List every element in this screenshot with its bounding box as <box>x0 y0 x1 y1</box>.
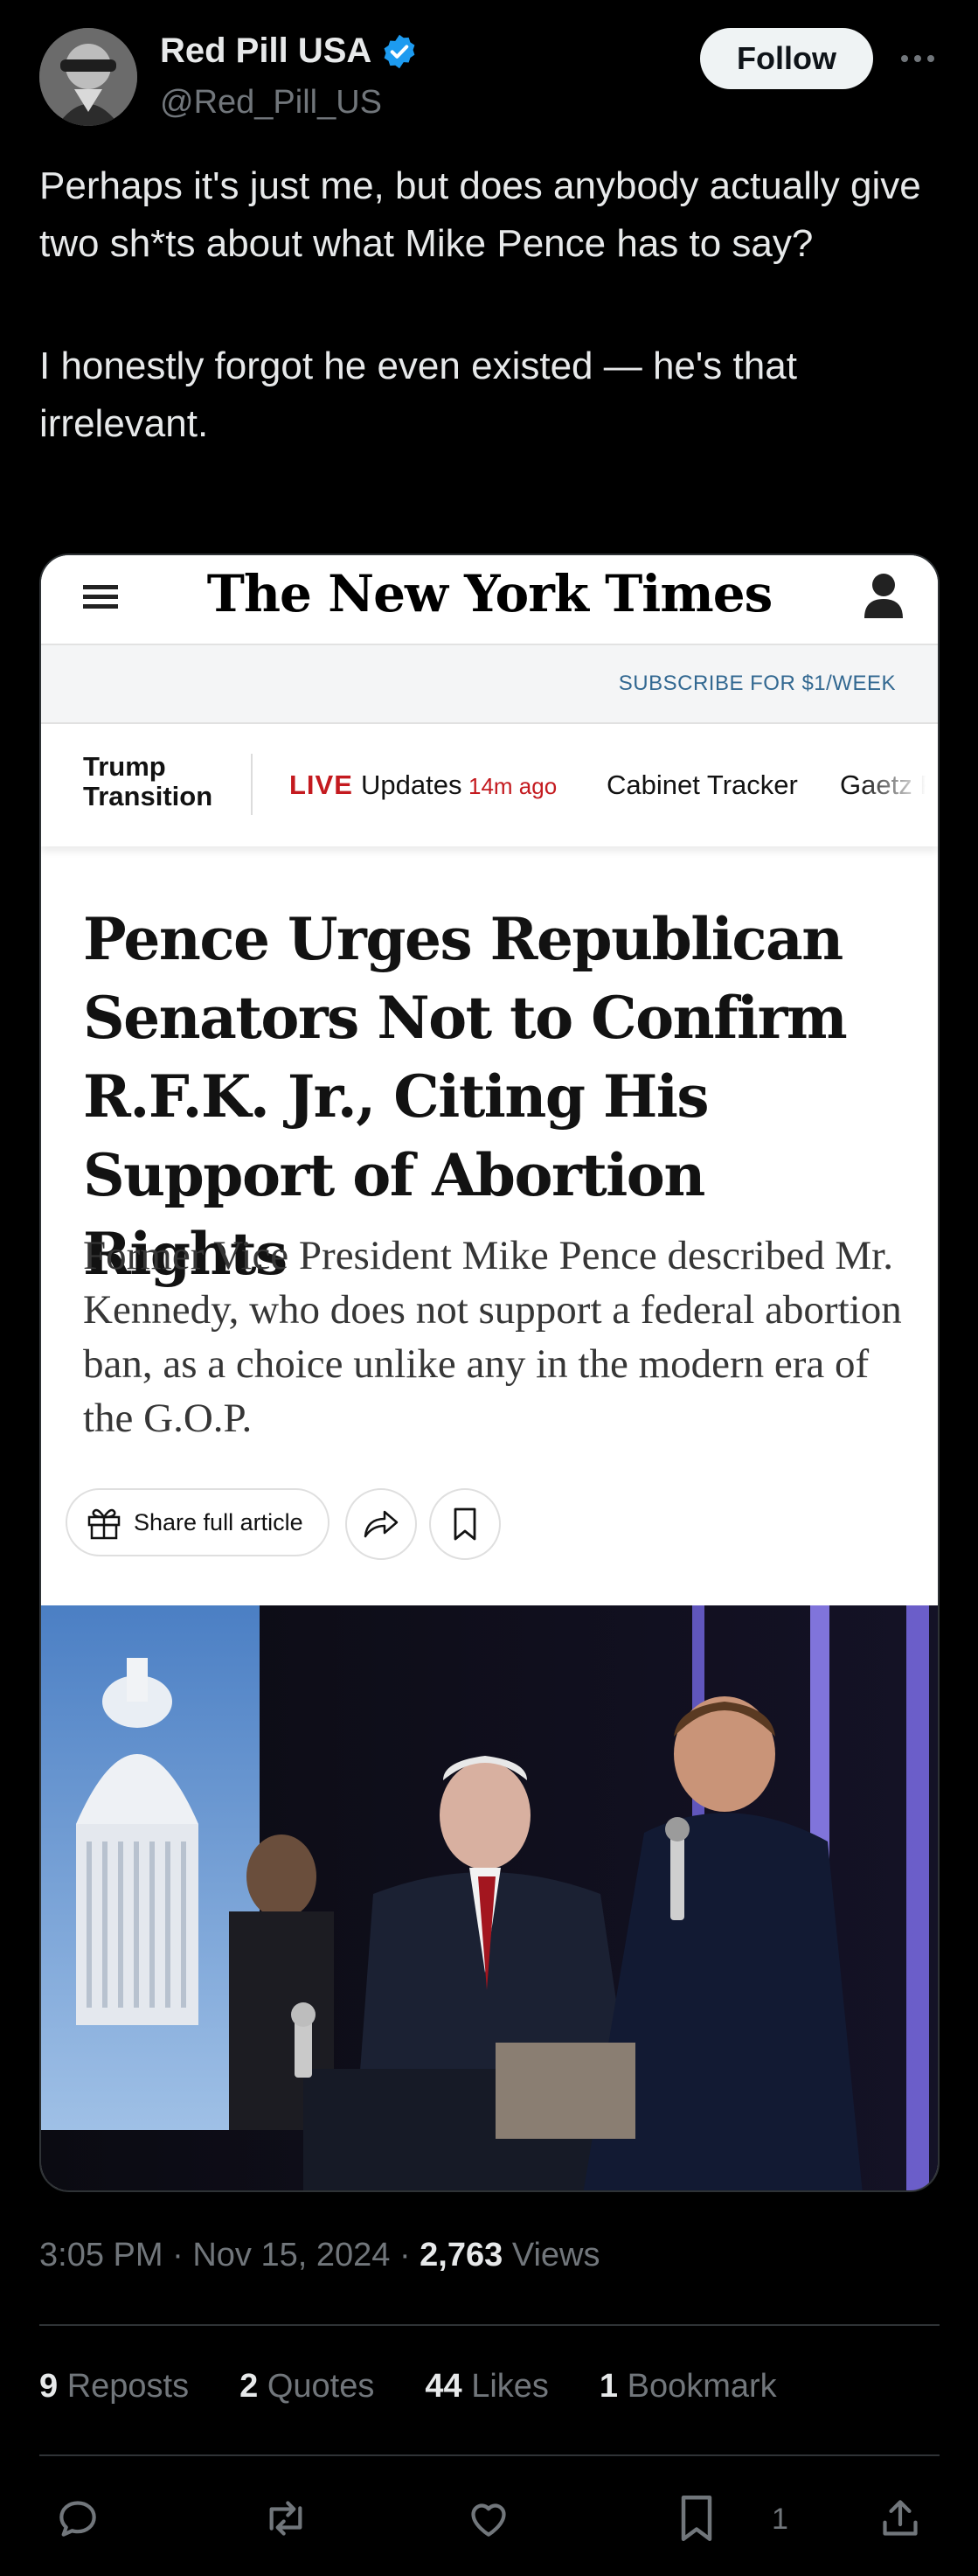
section-nav: Trump Transition LIVE Updates 14m ago Ca… <box>41 724 938 846</box>
bookmark-icon <box>454 1507 476 1541</box>
reposts-stat[interactable]: 9 Reposts <box>39 2368 189 2405</box>
subscribe-bar: SUBSCRIBE FOR $1/WEEK <box>41 645 938 724</box>
nyt-logo: The New York Times <box>206 564 773 623</box>
article-summary: Former Vice President Mike Pence describ… <box>83 1233 902 1441</box>
quotes-stat[interactable]: 2 Quotes <box>239 2368 374 2405</box>
share-arrow-icon <box>364 1510 399 1538</box>
bookmark-icon[interactable] <box>670 2492 723 2545</box>
article-photo <box>41 1605 938 2190</box>
account-icon <box>863 571 905 620</box>
like-icon[interactable] <box>462 2492 515 2545</box>
views-count: 2,763 <box>420 2237 503 2273</box>
meta-separator: · <box>399 2237 411 2273</box>
bookmarks-stat[interactable]: 1 Bookmark <box>600 2368 777 2405</box>
divider <box>39 2454 940 2456</box>
bookmark-count: 1 <box>772 2503 788 2536</box>
views-label: Views <box>511 2237 600 2273</box>
author-name[interactable]: Red Pill USA <box>160 31 371 71</box>
tweet-paragraph-1: Perhaps it's just me, but does anybody a… <box>39 164 921 265</box>
nav-divider <box>251 754 253 815</box>
nav-cabinet-tracker: Cabinet Tracker <box>607 769 798 800</box>
tweet-paragraph-2: I honestly forgot he even existed — he's… <box>39 345 797 445</box>
tweet-meta: 3:05 PM · Nov 15, 2024 · 2,763 Views <box>39 2237 600 2274</box>
tweet-date[interactable]: Nov 15, 2024 <box>192 2237 390 2273</box>
save-article-button <box>429 1488 501 1560</box>
nyt-header: The New York Times <box>41 555 938 645</box>
more-options-icon[interactable] <box>896 38 940 79</box>
follow-button[interactable]: Follow <box>700 28 873 89</box>
author-handle[interactable]: @Red_Pill_US <box>160 84 382 122</box>
tweet-time[interactable]: 3:05 PM <box>39 2237 163 2273</box>
tweet-text: Perhaps it's just me, but does anybody a… <box>39 157 940 453</box>
nav-timestamp: 14m ago <box>468 773 558 799</box>
share-label: Share full article <box>134 1508 303 1535</box>
subscribe-link: SUBSCRIBE FOR $1/WEEK <box>618 672 896 695</box>
nav-updates: Updates <box>361 769 462 800</box>
author-name-row[interactable]: Red Pill USA <box>160 31 419 71</box>
gift-icon <box>87 1508 121 1540</box>
engagement-stats: 9 Reposts 2 Quotes 44 Likes 1 Bookmark <box>39 2368 777 2405</box>
share-icon[interactable] <box>874 2492 926 2545</box>
action-bar: 1 <box>39 2483 940 2553</box>
reply-icon[interactable] <box>52 2492 104 2545</box>
likes-stat[interactable]: 44 Likes <box>425 2368 549 2405</box>
share-full-article-button: Share full article <box>66 1488 329 1556</box>
share-arrow-button <box>345 1488 417 1560</box>
nav-section-title: Trump Transition <box>83 751 213 811</box>
live-label: LIVE <box>289 769 353 800</box>
attached-image[interactable]: The New York Times SUBSCRIBE FOR $1/WEEK… <box>39 553 940 2192</box>
verified-badge-icon[interactable] <box>380 32 419 71</box>
divider <box>39 2324 940 2326</box>
repost-icon[interactable] <box>260 2492 312 2545</box>
avatar[interactable] <box>39 28 137 126</box>
meta-separator: · <box>172 2237 184 2273</box>
